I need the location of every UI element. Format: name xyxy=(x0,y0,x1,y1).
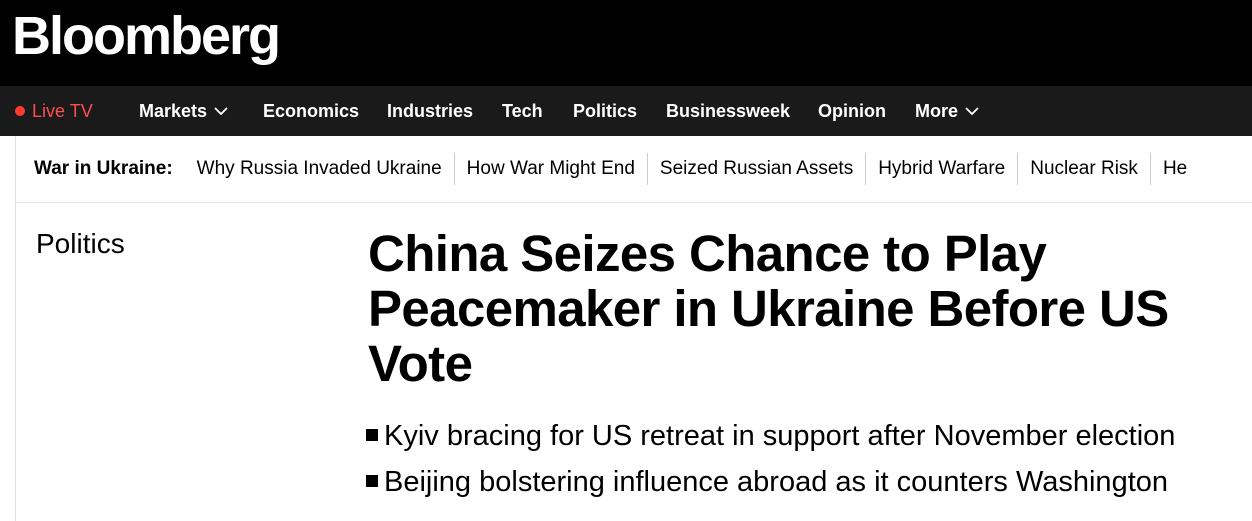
subnav-link-how-war-might-end[interactable]: How War Might End xyxy=(455,153,648,185)
nav-markets[interactable]: Markets xyxy=(139,86,228,136)
section-label[interactable]: Politics xyxy=(36,228,125,260)
subnav-link-nuclear-risk[interactable]: Nuclear Risk xyxy=(1018,153,1151,185)
topic-subnav-row: War in Ukraine: Why Russia Invaded Ukrai… xyxy=(34,136,1199,202)
topic-subnav: War in Ukraine: Why Russia Invaded Ukrai… xyxy=(15,136,1252,203)
nav-markets-label: Markets xyxy=(139,101,208,121)
article-summary-list: Kyiv bracing for US retreat in support a… xyxy=(366,413,1175,505)
summary-bullet-text: Kyiv bracing for US retreat in support a… xyxy=(384,420,1176,452)
bullet-square-icon xyxy=(366,429,378,441)
nav-tech[interactable]: Tech xyxy=(502,86,543,136)
subnav-link-truncated[interactable]: He xyxy=(1151,153,1199,185)
summary-bullet-text: Beijing bolstering influence abroad as i… xyxy=(384,466,1169,498)
summary-bullet: Beijing bolstering influence abroad as i… xyxy=(366,459,1175,505)
nav-opinion[interactable]: Opinion xyxy=(818,86,886,136)
nav-politics[interactable]: Politics xyxy=(573,86,637,136)
nav-businessweek[interactable]: Businessweek xyxy=(666,86,790,136)
nav-industries[interactable]: Industries xyxy=(387,86,473,136)
nav-more-label: More xyxy=(915,101,959,121)
nav-economics[interactable]: Economics xyxy=(263,86,359,136)
main-nav: Live TV Markets Economics Industries Tec… xyxy=(0,86,1252,136)
subnav-link-why-russia-invaded[interactable]: Why Russia Invaded Ukraine xyxy=(185,153,455,185)
nav-live-tv-label: Live TV xyxy=(32,101,93,121)
chevron-down-icon xyxy=(965,107,979,115)
content-divider xyxy=(15,203,16,521)
subnav-topic-label: War in Ukraine: xyxy=(34,158,173,179)
nav-live-tv[interactable]: Live TV xyxy=(15,86,93,136)
subnav-link-hybrid-warfare[interactable]: Hybrid Warfare xyxy=(866,153,1019,185)
bloomberg-logo[interactable]: Bloomberg xyxy=(12,4,281,68)
live-dot-icon xyxy=(15,106,25,116)
nav-more[interactable]: More xyxy=(915,86,979,136)
site-header: Bloomberg xyxy=(0,0,1252,86)
chevron-down-icon xyxy=(214,107,228,115)
summary-bullet: Kyiv bracing for US retreat in support a… xyxy=(366,413,1175,459)
subnav-link-seized-russian-assets[interactable]: Seized Russian Assets xyxy=(648,153,867,185)
bullet-square-icon xyxy=(366,475,378,487)
article-headline: China Seizes Chance to Play Peacemaker i… xyxy=(368,225,1169,392)
